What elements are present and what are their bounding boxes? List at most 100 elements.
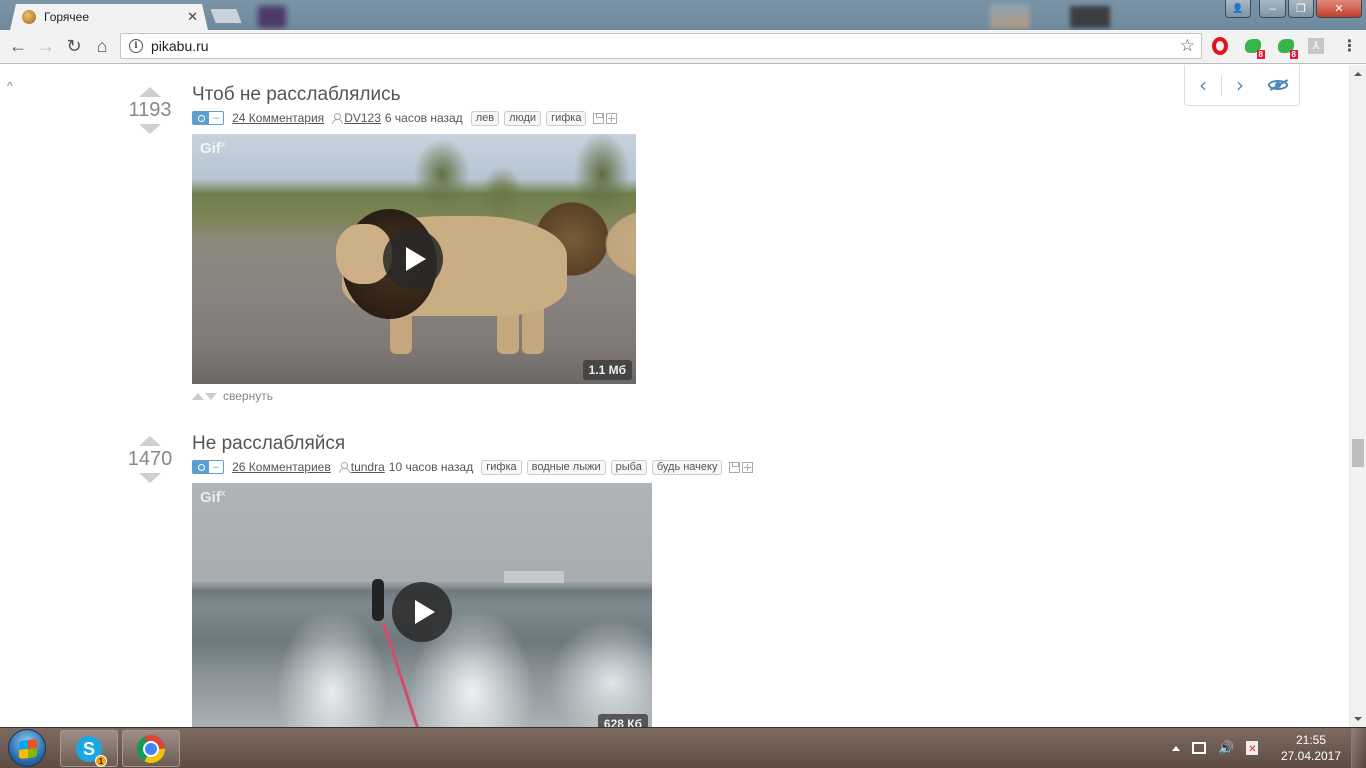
downvote-arrow-icon[interactable] <box>139 473 161 483</box>
user-icon <box>338 462 350 473</box>
story-navigation-panel: ‹ › <box>1184 65 1300 106</box>
scroll-up-arrow-icon[interactable] <box>1354 72 1362 76</box>
gif-player[interactable]: Gifx 628 Кб <box>192 483 652 727</box>
power-icon[interactable] <box>1246 741 1259 755</box>
clock-date: 27.04.2017 <box>1280 749 1342 763</box>
close-window-button[interactable]: ✕ <box>1316 0 1362 18</box>
expand-plus-icon[interactable] <box>742 461 754 473</box>
browser-titlebar: Горячее ✕ 👤 – ❐ ✕ <box>0 0 1366 30</box>
avast-extension-button[interactable]: 8 <box>1275 35 1298 59</box>
tag[interactable]: рыба <box>610 459 647 475</box>
tag[interactable]: водные лыжи <box>526 459 606 475</box>
scrollbar-thumb[interactable] <box>1352 439 1364 467</box>
show-hidden-icons-icon[interactable] <box>1172 745 1180 751</box>
window-controls: 👤 – ❐ ✕ <box>1225 0 1362 18</box>
maximize-button[interactable]: ❐ <box>1288 0 1314 18</box>
save-icon[interactable] <box>729 461 741 473</box>
gif-frame-subject <box>372 579 384 621</box>
upvote-mini-icon[interactable] <box>192 392 204 400</box>
author-link[interactable]: DV123 <box>344 111 381 125</box>
page-scrollbar[interactable] <box>1349 65 1366 727</box>
story-time: 6 часов назад <box>384 111 463 125</box>
pdf-extension-button[interactable]: ⅄ <box>1305 35 1327 57</box>
story-body: Чтоб не расслаблялись – 24 Комментария D… <box>192 83 636 403</box>
pikabu-favicon-icon <box>22 10 36 24</box>
tag[interactable]: люди <box>504 110 542 126</box>
arrow-right-icon: → <box>37 36 55 56</box>
new-tab-button[interactable] <box>210 8 242 24</box>
upvote-arrow-icon[interactable] <box>139 436 161 446</box>
gif-size-badge: 628 Кб <box>597 714 648 727</box>
tag[interactable]: гифка <box>546 110 587 126</box>
forward-button[interactable]: → <box>32 33 60 61</box>
story-rating: 1193 <box>128 99 172 121</box>
collapse-row: свернуть <box>192 389 636 403</box>
image-mode-toggle[interactable]: – <box>192 460 225 474</box>
reload-button[interactable]: ↻ <box>60 33 88 61</box>
extension-badge: 8 <box>1289 50 1298 59</box>
expand-plus-icon[interactable] <box>606 112 618 124</box>
story-title[interactable]: Чтоб не расслаблялись <box>192 83 636 107</box>
vote-block: 1193 <box>122 83 178 134</box>
pdf-icon: ⅄ <box>1308 38 1324 54</box>
back-button[interactable]: ← <box>4 33 32 61</box>
windows-taskbar: S1 🔊 21:55 27.04.2017 <box>0 727 1366 768</box>
taskbar-app-skype[interactable]: S1 <box>60 730 118 767</box>
system-clock[interactable]: 21:55 27.04.2017 <box>1272 732 1350 764</box>
tag[interactable]: гифка <box>481 459 522 475</box>
browser-menu-button[interactable]: ⋮ <box>1338 35 1360 57</box>
opera-extension-button[interactable] <box>1209 35 1231 57</box>
volume-icon[interactable]: 🔊 <box>1218 740 1234 756</box>
start-button[interactable] <box>8 729 46 767</box>
scroll-down-arrow-icon[interactable] <box>1354 717 1362 721</box>
comments-link[interactable]: 24 Комментария <box>232 111 324 125</box>
show-desktop-button[interactable] <box>1351 728 1366 768</box>
image-mode-toggle[interactable]: – <box>192 111 225 125</box>
save-icon[interactable] <box>593 112 605 124</box>
browser-toolbar: ← → ↻ ⌂ i pikabu.ru ☆ 8 8 ⅄ ⋮ <box>0 30 1366 64</box>
taskbar-app-chrome[interactable] <box>122 730 180 767</box>
hide-story-button[interactable] <box>1266 78 1290 92</box>
avast-extension-button[interactable]: 8 <box>1242 35 1265 59</box>
author-link[interactable]: tundra <box>351 460 385 474</box>
gif-label: Gifx <box>200 139 225 157</box>
gif-label-sup: x <box>220 488 226 498</box>
browser-tab-active[interactable]: Горячее ✕ <box>10 4 208 30</box>
tab-title: Горячее <box>44 10 90 24</box>
site-info-icon[interactable]: i <box>129 39 143 53</box>
story-meta: – 24 Комментария DV123 6 часов назад лев… <box>192 110 636 126</box>
reload-icon: ↻ <box>66 36 82 56</box>
tag[interactable]: будь начеку <box>651 459 723 475</box>
collapse-link[interactable]: свернуть <box>223 389 273 403</box>
downvote-arrow-icon[interactable] <box>139 124 161 134</box>
bookmark-star-icon[interactable]: ☆ <box>1180 36 1195 56</box>
home-button[interactable]: ⌂ <box>88 33 116 61</box>
network-icon[interactable] <box>1192 742 1206 754</box>
profile-button[interactable]: 👤 <box>1225 0 1251 18</box>
scroll-to-top-icon[interactable]: ^ <box>7 79 13 93</box>
story-title[interactable]: Не расслабляйся <box>192 432 753 456</box>
address-bar[interactable]: i pikabu.ru ☆ <box>120 33 1202 59</box>
restore-icon: ❐ <box>1296 3 1306 15</box>
url-text[interactable]: pikabu.ru <box>151 38 1180 54</box>
minimize-button[interactable]: – <box>1259 0 1286 18</box>
downvote-mini-icon[interactable] <box>205 392 217 400</box>
comments-link[interactable]: 26 Комментариев <box>232 460 331 474</box>
collapse-dash: – <box>213 112 220 124</box>
play-icon[interactable] <box>392 582 452 642</box>
upvote-arrow-icon[interactable] <box>139 87 161 97</box>
home-icon: ⌂ <box>96 36 108 56</box>
previous-story-icon[interactable]: ‹ <box>1185 73 1221 97</box>
minimize-icon: – <box>1269 2 1276 15</box>
story-meta: – 26 Комментариев tundra 10 часов назад … <box>192 459 754 475</box>
tab-close-icon[interactable]: ✕ <box>187 9 198 25</box>
gif-player[interactable]: Gifx 1.1 Мб <box>192 134 636 384</box>
clock-time: 21:55 <box>1295 733 1327 747</box>
story-time: 10 часов назад <box>388 460 474 474</box>
page-content: ^ 1193 Чтоб не расслаблялись – 24 Коммен… <box>0 65 1349 727</box>
tag[interactable]: лев <box>470 110 500 126</box>
gif-label-text: Gif <box>200 140 221 157</box>
gif-size-badge: 1.1 Мб <box>582 360 632 380</box>
play-icon[interactable] <box>383 229 443 289</box>
next-story-icon[interactable]: › <box>1222 73 1258 97</box>
